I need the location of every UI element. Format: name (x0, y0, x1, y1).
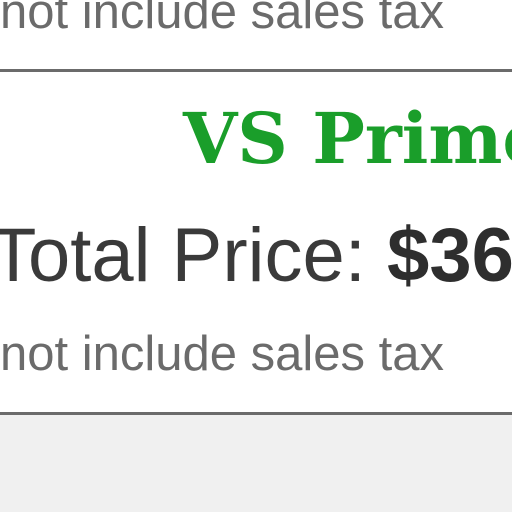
previous-tax-note: not include sales tax (0, 0, 444, 39)
price-value: $36 (387, 213, 512, 298)
tax-note: not include sales tax (0, 327, 444, 381)
price-line: Total Price: $36 (0, 218, 512, 294)
price-label: Total Price: (0, 213, 388, 298)
footer-area (0, 415, 512, 512)
product-name: VS Prime (183, 97, 512, 180)
page: not include sales tax VS Prime Total Pri… (0, 0, 512, 512)
divider-top (0, 69, 512, 72)
